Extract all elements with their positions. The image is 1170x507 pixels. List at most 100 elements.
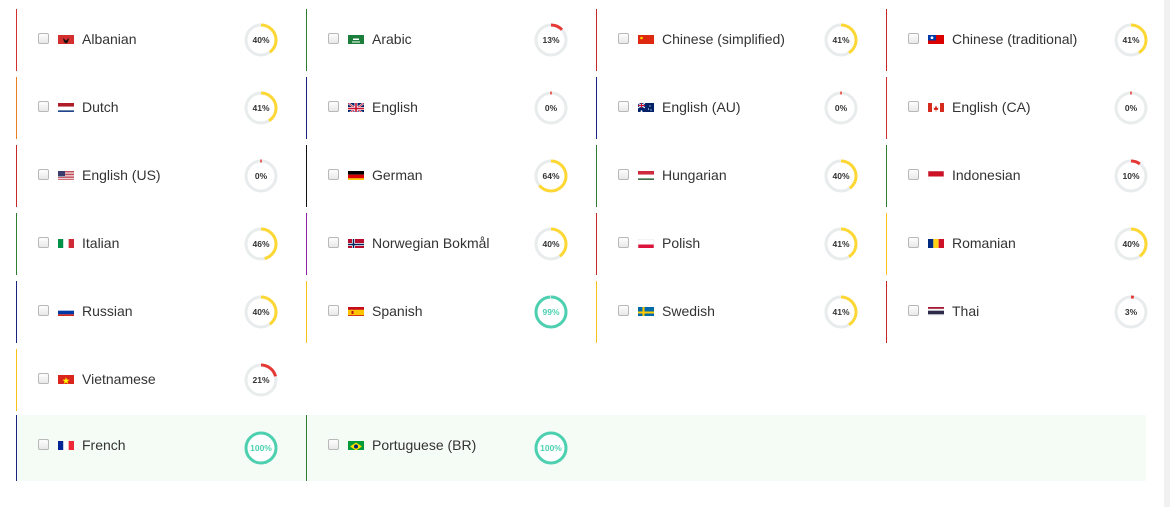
flag-pl-icon bbox=[638, 237, 654, 248]
progress-ring: 41% bbox=[824, 227, 858, 261]
language-checkbox[interactable] bbox=[328, 237, 339, 248]
percent-label: 0% bbox=[255, 171, 268, 181]
language-cell-al[interactable]: Albanian 40% bbox=[16, 9, 306, 71]
language-cell-ro[interactable]: Romanian 40% bbox=[886, 213, 1170, 275]
language-cell-hu[interactable]: Hungarian 40% bbox=[596, 145, 886, 207]
language-cell-gb[interactable]: English 0% bbox=[306, 77, 596, 139]
language-checkbox[interactable] bbox=[38, 237, 49, 248]
progress-ring: 100% bbox=[534, 431, 568, 465]
flag-hu-icon bbox=[638, 169, 654, 180]
language-checkbox[interactable] bbox=[38, 169, 49, 180]
language-name: Indonesian bbox=[952, 167, 1021, 183]
percent-label: 41% bbox=[252, 103, 269, 113]
progress-ring: 3% bbox=[1114, 295, 1148, 329]
flag-nl-icon bbox=[58, 101, 74, 112]
progress-ring: 41% bbox=[824, 295, 858, 329]
flag-vn-icon bbox=[58, 373, 74, 384]
language-cell-br[interactable]: Portuguese (BR) 100% bbox=[306, 415, 596, 481]
language-name: Swedish bbox=[662, 303, 715, 319]
flag-th-icon bbox=[928, 305, 944, 316]
language-checkbox[interactable] bbox=[908, 305, 919, 316]
percent-label: 10% bbox=[1122, 171, 1139, 181]
progress-ring: 40% bbox=[534, 227, 568, 261]
language-checkbox[interactable] bbox=[328, 169, 339, 180]
language-cell-th[interactable]: Thai 3% bbox=[886, 281, 1170, 343]
percent-label: 41% bbox=[832, 239, 849, 249]
flag-fr-icon bbox=[58, 439, 74, 450]
language-cell-vn[interactable]: Vietnamese 21% bbox=[16, 349, 306, 411]
percent-label: 0% bbox=[545, 103, 558, 113]
scrollbar[interactable] bbox=[1164, 0, 1170, 507]
language-name: Romanian bbox=[952, 235, 1016, 251]
percent-label: 40% bbox=[832, 171, 849, 181]
percent-label: 41% bbox=[1122, 35, 1139, 45]
flag-us-icon bbox=[58, 169, 74, 180]
language-cell-us[interactable]: English (US) 0% bbox=[16, 145, 306, 207]
language-checkbox[interactable] bbox=[38, 439, 49, 450]
language-cell-se[interactable]: Swedish 41% bbox=[596, 281, 886, 343]
language-checkbox[interactable] bbox=[908, 101, 919, 112]
language-checkbox[interactable] bbox=[618, 33, 629, 44]
language-cell-it[interactable]: Italian 46% bbox=[16, 213, 306, 275]
language-cell-fr[interactable]: French 100% bbox=[16, 415, 306, 481]
flag-ca-icon bbox=[928, 101, 944, 112]
flag-cn-icon bbox=[638, 33, 654, 44]
language-name: Polish bbox=[662, 235, 701, 251]
language-checkbox[interactable] bbox=[618, 169, 629, 180]
progress-ring: 41% bbox=[1114, 23, 1148, 57]
language-name: Chinese (simplified) bbox=[662, 31, 785, 47]
language-checkbox[interactable] bbox=[328, 33, 339, 44]
language-checkbox[interactable] bbox=[618, 101, 629, 112]
percent-label: 46% bbox=[252, 239, 269, 249]
language-checkbox[interactable] bbox=[38, 33, 49, 44]
language-row: Dutch 41% English 0% English (AU) 0% Eng… bbox=[16, 77, 1148, 139]
progress-ring: 13% bbox=[534, 23, 568, 57]
language-checkbox[interactable] bbox=[328, 439, 339, 450]
percent-label: 100% bbox=[250, 443, 272, 453]
language-checkbox[interactable] bbox=[908, 237, 919, 248]
language-cell-de[interactable]: German 64% bbox=[306, 145, 596, 207]
language-checkbox[interactable] bbox=[618, 305, 629, 316]
language-cell-tw[interactable]: Chinese (traditional) 41% bbox=[886, 9, 1170, 71]
language-cell-ru[interactable]: Russian 40% bbox=[16, 281, 306, 343]
language-checkbox[interactable] bbox=[328, 305, 339, 316]
percent-label: 41% bbox=[832, 307, 849, 317]
percent-label: 13% bbox=[542, 35, 559, 45]
language-name: Dutch bbox=[82, 99, 119, 115]
flag-id-icon bbox=[928, 169, 944, 180]
language-checkbox[interactable] bbox=[38, 101, 49, 112]
language-cell-cn[interactable]: Chinese (simplified) 41% bbox=[596, 9, 886, 71]
language-name: Chinese (traditional) bbox=[952, 31, 1078, 47]
language-checkbox[interactable] bbox=[908, 169, 919, 180]
progress-ring: 41% bbox=[244, 91, 278, 125]
flag-it-icon bbox=[58, 237, 74, 248]
language-cell-id[interactable]: Indonesian 10% bbox=[886, 145, 1170, 207]
language-cell-no[interactable]: Norwegian Bokmål 40% bbox=[306, 213, 596, 275]
flag-no-icon bbox=[348, 237, 364, 248]
progress-ring: 40% bbox=[824, 159, 858, 193]
progress-ring: 99% bbox=[534, 295, 568, 329]
language-row: English (US) 0% German 64% Hungarian 40%… bbox=[16, 145, 1148, 207]
flag-ro-icon bbox=[928, 237, 944, 248]
percent-label: 40% bbox=[1122, 239, 1139, 249]
language-checkbox[interactable] bbox=[38, 373, 49, 384]
language-cell-ca[interactable]: English (CA) 0% bbox=[886, 77, 1170, 139]
language-checkbox[interactable] bbox=[328, 101, 339, 112]
language-name: English (US) bbox=[82, 167, 161, 183]
flag-al-icon bbox=[58, 33, 74, 44]
language-cell-nl[interactable]: Dutch 41% bbox=[16, 77, 306, 139]
language-row: Italian 46% Norwegian Bokmål 40% Polish … bbox=[16, 213, 1148, 275]
language-cell-es[interactable]: Spanish 99% bbox=[306, 281, 596, 343]
flag-de-icon bbox=[348, 169, 364, 180]
language-checkbox[interactable] bbox=[618, 237, 629, 248]
language-checkbox[interactable] bbox=[38, 305, 49, 316]
progress-ring: 40% bbox=[244, 23, 278, 57]
language-name: Thai bbox=[952, 303, 980, 319]
progress-ring: 0% bbox=[244, 159, 278, 193]
language-cell-pl[interactable]: Polish 41% bbox=[596, 213, 886, 275]
progress-ring: 21% bbox=[244, 363, 278, 397]
language-cell-sa[interactable]: Arabic 13% bbox=[306, 9, 596, 71]
language-cell-au[interactable]: English (AU) 0% bbox=[596, 77, 886, 139]
percent-label: 21% bbox=[252, 375, 269, 385]
language-checkbox[interactable] bbox=[908, 33, 919, 44]
